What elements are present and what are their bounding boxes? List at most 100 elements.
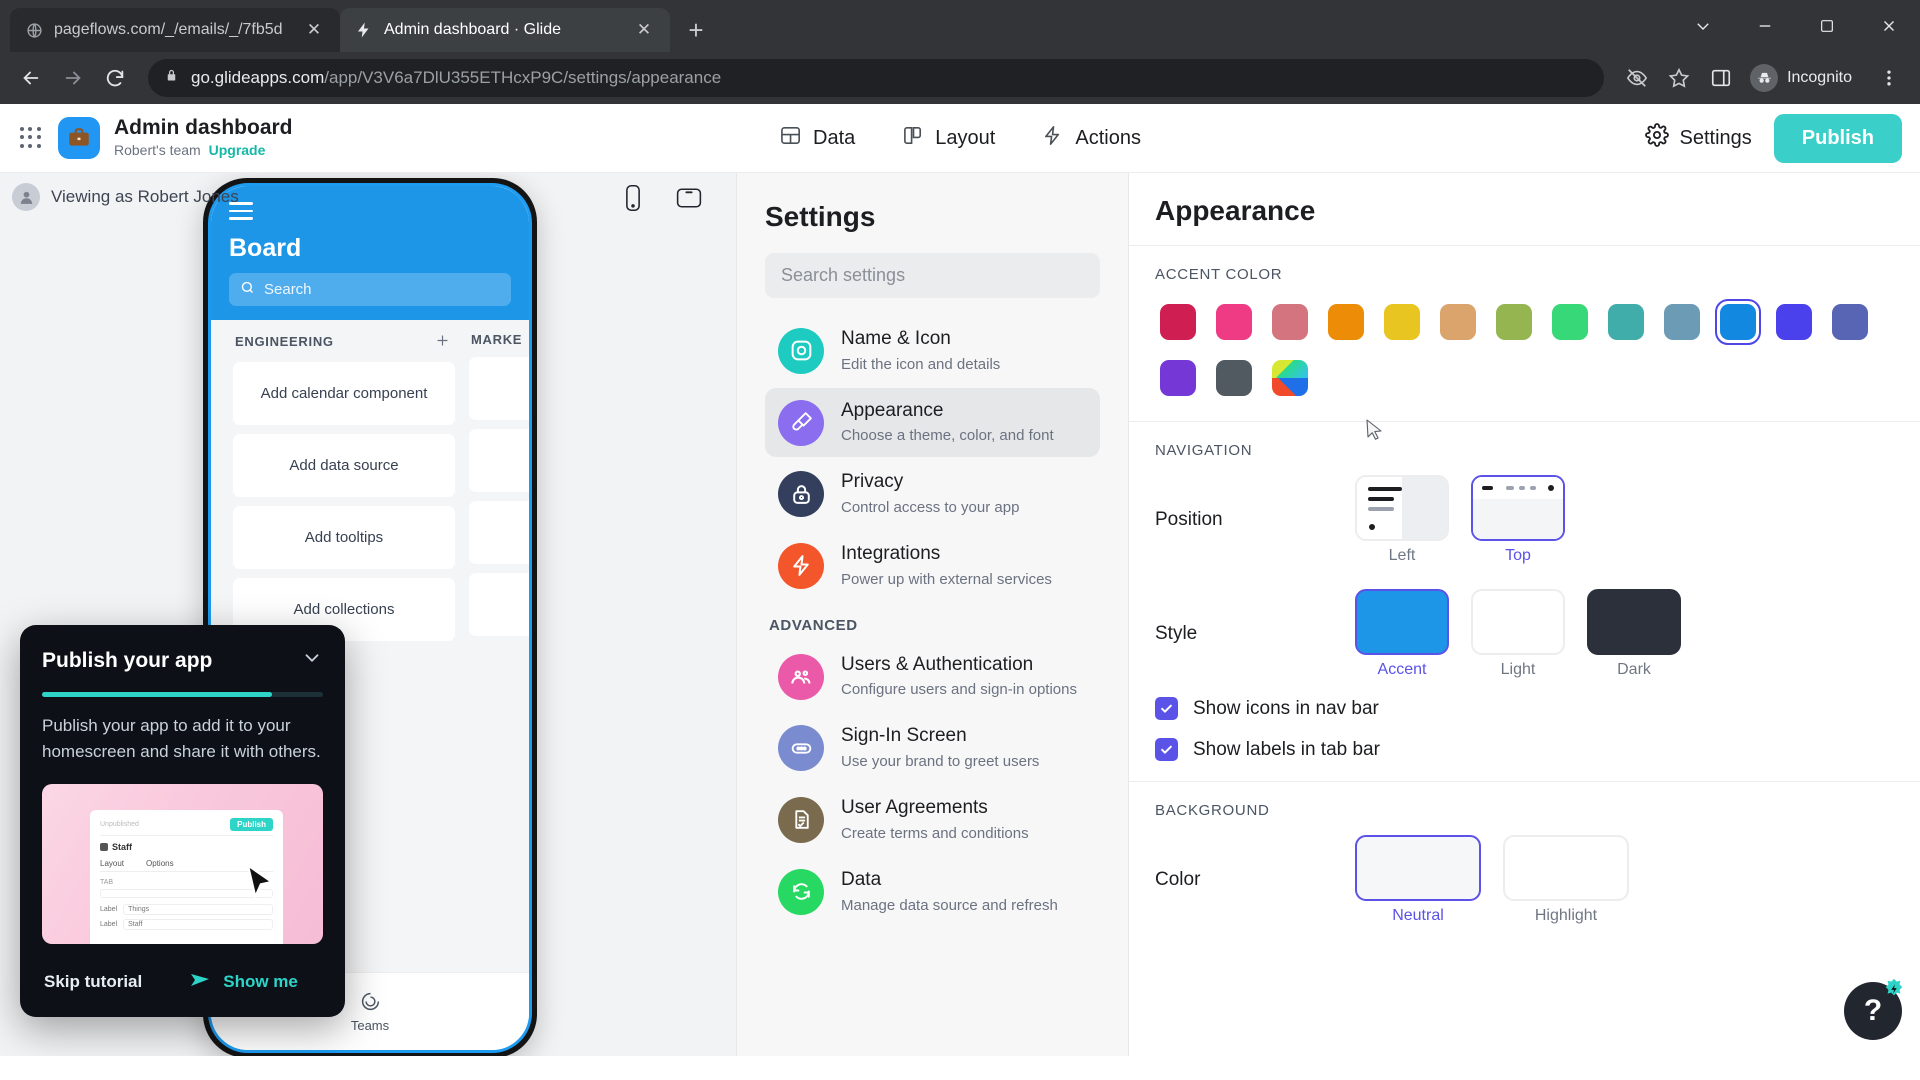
- plus-icon[interactable]: [434, 332, 451, 352]
- accent-swatch-5[interactable]: [1435, 299, 1481, 345]
- tab-layout[interactable]: Layout: [897, 118, 999, 159]
- accent-swatch-0[interactable]: [1155, 299, 1201, 345]
- position-top-label: Top: [1505, 547, 1531, 564]
- position-option-top[interactable]: Top: [1471, 475, 1565, 565]
- upgrade-link[interactable]: Upgrade: [209, 142, 266, 158]
- board-card[interactable]: Add tooltips: [233, 505, 455, 569]
- accent-swatch-4[interactable]: [1379, 299, 1425, 345]
- kebab-menu-icon[interactable]: [1870, 59, 1908, 97]
- board-card[interactable]: [469, 356, 529, 420]
- apps-grid-icon[interactable]: [18, 125, 44, 151]
- close-window-icon[interactable]: [1858, 0, 1920, 52]
- show-me-button[interactable]: Show me: [188, 968, 298, 997]
- accent-swatch-7[interactable]: [1547, 299, 1593, 345]
- back-arrow-icon[interactable]: [12, 59, 50, 97]
- position-option-left[interactable]: Left: [1355, 475, 1449, 565]
- position-top-preview: [1471, 475, 1565, 541]
- browser-window: pageflows.com/_/emails/_/7fb5d ✕ Admin d…: [0, 0, 1920, 1080]
- search-settings-input[interactable]: Search settings: [765, 253, 1100, 298]
- accent-swatch-12[interactable]: [1827, 299, 1873, 345]
- settings-item-privacy[interactable]: Privacy Control access to your app: [765, 459, 1100, 529]
- show-icons-nav-bar-row[interactable]: Show icons in nav bar: [1155, 697, 1894, 720]
- star-icon[interactable]: [1660, 59, 1698, 97]
- preview-search-input[interactable]: Search: [229, 272, 511, 306]
- settings-item-users-authentication[interactable]: Users & Authentication Configure users a…: [765, 642, 1100, 712]
- preview-header: Board Search: [211, 186, 529, 320]
- settings-item-sign-in-screen[interactable]: Sign-In Screen Use your brand to greet u…: [765, 713, 1100, 783]
- thumb-row2-label: Label: [100, 920, 118, 928]
- settings-item-user-agreements[interactable]: User Agreements Create terms and conditi…: [765, 785, 1100, 855]
- style-option-accent[interactable]: Accent: [1355, 589, 1449, 679]
- accent-swatch-3[interactable]: [1323, 299, 1369, 345]
- publish-button[interactable]: Publish: [1773, 113, 1902, 163]
- address-bar[interactable]: go.glideapps.com/app/V3V6a7DlU355ETHcxP9…: [148, 59, 1605, 97]
- settings-item-integrations[interactable]: Integrations Power up with external serv…: [765, 531, 1100, 601]
- side-panel-icon[interactable]: [1702, 59, 1740, 97]
- close-icon[interactable]: ✕: [302, 18, 326, 42]
- board-card[interactable]: Add data source: [233, 433, 455, 497]
- tutorial-progress-fill: [42, 692, 273, 697]
- style-option-light[interactable]: Light: [1471, 589, 1565, 679]
- accent-swatch-2[interactable]: [1267, 299, 1313, 345]
- accent-swatch-15[interactable]: [1267, 355, 1313, 401]
- accent-swatch-6[interactable]: [1491, 299, 1537, 345]
- browser-tab-1[interactable]: Admin dashboard · Glide ✕: [340, 8, 670, 52]
- thumb-tab-options: Options: [146, 858, 174, 868]
- preview-title: Board: [229, 233, 302, 262]
- board-card[interactable]: [469, 428, 529, 492]
- phone-icon[interactable]: [616, 181, 650, 215]
- style-light-preview: [1471, 589, 1565, 655]
- forward-arrow-icon[interactable]: [54, 59, 92, 97]
- reload-icon[interactable]: [96, 59, 134, 97]
- board-card[interactable]: Add calendar component: [233, 361, 455, 425]
- viewing-as-indicator[interactable]: Viewing as Robert Jones: [12, 183, 239, 211]
- board-card[interactable]: [469, 500, 529, 564]
- accent-swatch-13[interactable]: [1155, 355, 1201, 401]
- style-option-dark[interactable]: Dark: [1587, 589, 1681, 679]
- accent-swatch-10[interactable]: [1715, 299, 1761, 345]
- style-label: Style: [1155, 623, 1198, 644]
- accent-swatch-11[interactable]: [1771, 299, 1817, 345]
- viewing-as-label: Viewing as Robert Jones: [51, 187, 239, 206]
- thumb-breadcrumb: Unpublished: [100, 820, 139, 828]
- settings-item-text: Name & Icon Edit the icon and details: [841, 327, 1000, 375]
- tab-actions[interactable]: Actions: [1037, 118, 1145, 159]
- background-option-neutral[interactable]: Neutral: [1355, 835, 1481, 925]
- refresh-icon: [778, 868, 824, 915]
- board-card[interactable]: [469, 572, 529, 636]
- appearance-title: Appearance: [1155, 195, 1316, 226]
- background-option-highlight[interactable]: Highlight: [1503, 835, 1629, 925]
- settings-item-name-icon[interactable]: Name & Icon Edit the icon and details: [765, 316, 1100, 386]
- browser-tab-0[interactable]: pageflows.com/_/emails/_/7fb5d ✕: [10, 8, 340, 52]
- accent-swatch-8[interactable]: [1603, 299, 1649, 345]
- eye-off-icon[interactable]: [1618, 59, 1656, 97]
- incognito-profile-button[interactable]: Incognito: [1744, 59, 1866, 97]
- show-icons-checkbox[interactable]: [1155, 697, 1178, 720]
- browser-toolbar: go.glideapps.com/app/V3V6a7DlU355ETHcxP9…: [0, 52, 1920, 104]
- show-labels-tab-bar-row[interactable]: Show labels in tab bar: [1155, 738, 1894, 761]
- nav-style-row: Style Accent Light Dark: [1155, 589, 1894, 679]
- show-labels-checkbox[interactable]: [1155, 738, 1178, 761]
- settings-item-appearance[interactable]: Appearance Choose a theme, color, and fo…: [765, 387, 1100, 458]
- accent-swatch-color: [1440, 304, 1476, 340]
- accent-swatch-14[interactable]: [1211, 355, 1257, 401]
- tablet-icon[interactable]: [672, 181, 706, 215]
- accent-swatch-1[interactable]: [1211, 299, 1257, 345]
- close-icon[interactable]: ✕: [632, 18, 656, 42]
- skip-tutorial-button[interactable]: Skip tutorial: [44, 972, 142, 992]
- document-check-icon: [778, 796, 824, 843]
- settings-button[interactable]: Settings: [1644, 123, 1752, 153]
- tab-data[interactable]: Data: [775, 118, 859, 159]
- maximize-icon[interactable]: [1796, 0, 1858, 52]
- new-tab-button[interactable]: +: [676, 10, 716, 50]
- settings-item-data[interactable]: Data Manage data source and refresh: [765, 857, 1100, 927]
- chevron-down-icon[interactable]: [301, 647, 323, 674]
- users-icon: [778, 653, 824, 700]
- minimize-icon[interactable]: [1734, 0, 1796, 52]
- chevron-down-icon[interactable]: [1672, 0, 1734, 52]
- layout-icon: [901, 124, 924, 153]
- accent-swatch-9[interactable]: [1659, 299, 1705, 345]
- camera-icon: [778, 327, 824, 374]
- accent-swatch-color: [1832, 304, 1868, 340]
- help-button[interactable]: ?: [1844, 978, 1903, 1040]
